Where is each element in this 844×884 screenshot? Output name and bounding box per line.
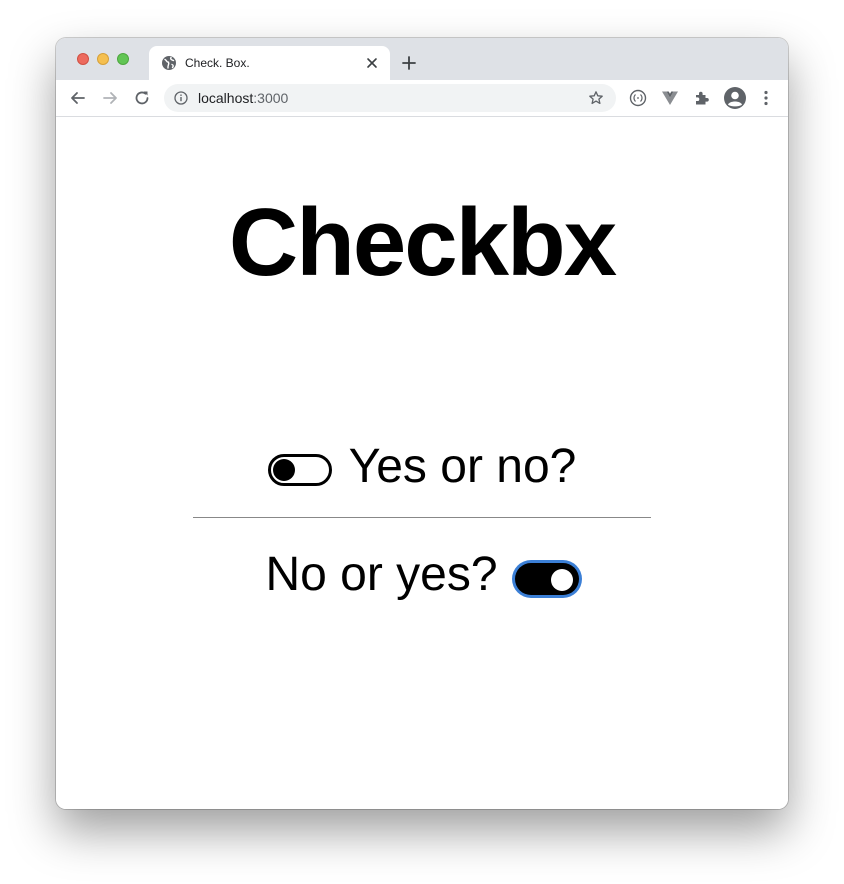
plus-icon[interactable] bbox=[401, 55, 417, 71]
star-icon[interactable] bbox=[588, 90, 604, 106]
back-arrow-icon[interactable] bbox=[68, 88, 88, 108]
url-text: localhost:3000 bbox=[198, 90, 288, 106]
kebab-menu-icon[interactable] bbox=[756, 88, 776, 108]
page-title: Checkbx bbox=[228, 189, 617, 296]
close-icon[interactable] bbox=[365, 56, 379, 70]
toggle-switch-yes-or-no[interactable] bbox=[267, 454, 332, 486]
address-bar[interactable]: localhost:3000 bbox=[164, 84, 616, 112]
divider bbox=[193, 517, 651, 518]
page-content: Checkbx Yes or no? No or yes? bbox=[56, 117, 788, 809]
puzzle-icon[interactable] bbox=[692, 88, 712, 108]
toggle-row-yes-or-no: Yes or no? bbox=[56, 439, 788, 495]
maximize-window-button[interactable] bbox=[117, 53, 129, 65]
toggle-knob bbox=[550, 569, 573, 591]
url-host: localhost bbox=[198, 90, 254, 106]
toggle-row-no-or-yes: No or yes? bbox=[56, 547, 788, 603]
info-icon[interactable] bbox=[174, 91, 188, 105]
vue-icon[interactable] bbox=[660, 88, 680, 108]
reload-icon[interactable] bbox=[132, 88, 152, 108]
tab-title: Check. Box. bbox=[185, 56, 250, 70]
browser-tab[interactable]: Check. Box. bbox=[149, 46, 390, 80]
close-window-button[interactable] bbox=[77, 53, 89, 65]
toggle-switch-no-or-yes[interactable] bbox=[514, 563, 579, 595]
toggle-label-yes-or-no[interactable]: Yes or no? bbox=[349, 439, 577, 495]
toggle-knob bbox=[272, 459, 295, 481]
minimize-window-button[interactable] bbox=[97, 53, 109, 65]
profile-icon[interactable] bbox=[723, 86, 747, 110]
title-bar: Check. Box. bbox=[56, 38, 788, 80]
url-port: :3000 bbox=[253, 90, 289, 106]
browser-toolbar: localhost:3000 bbox=[56, 80, 788, 117]
toggle-label-no-or-yes[interactable]: No or yes? bbox=[265, 547, 497, 603]
browser-window: Check. Box. localhost:3000 Checkbx Yes o… bbox=[56, 38, 788, 809]
globe-icon bbox=[162, 56, 176, 70]
extension-icon[interactable] bbox=[628, 88, 648, 108]
forward-arrow-icon[interactable] bbox=[100, 88, 120, 108]
